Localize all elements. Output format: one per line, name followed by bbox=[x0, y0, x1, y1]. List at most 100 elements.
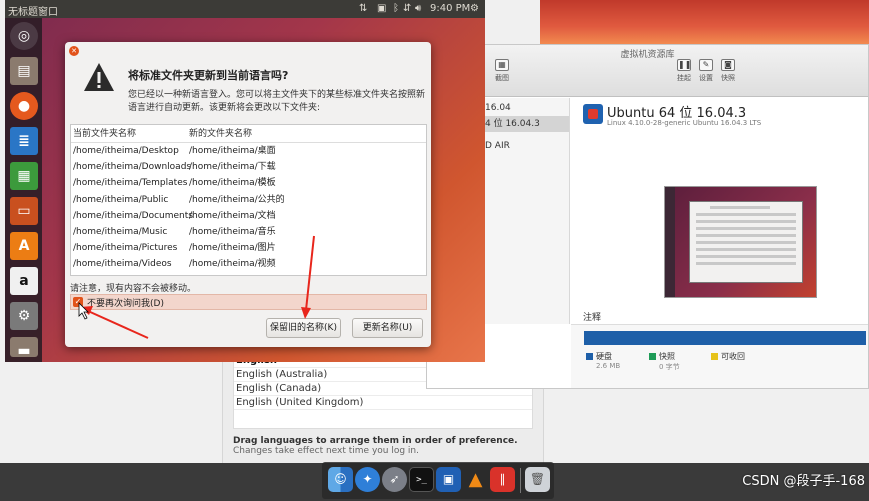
current-folder: /home/itheima/Downloads bbox=[73, 162, 192, 173]
drawer-icon[interactable]: ▬ bbox=[10, 337, 38, 359]
snapshot-value: 0 字节 bbox=[659, 363, 680, 371]
calc-icon[interactable]: ▦ bbox=[10, 162, 38, 190]
vm-description: Linux 4.10.0-28-generic Ubuntu 16.04.3 L… bbox=[607, 119, 762, 127]
dont-ask-again-checkbox[interactable]: ✓ bbox=[73, 297, 83, 307]
new-folder: /home/itheima/视频 bbox=[189, 259, 276, 270]
current-folder: /home/itheima/Templates bbox=[73, 178, 188, 189]
parallels-icon[interactable]: ∥ bbox=[490, 467, 515, 492]
storage-legend-disk: 硬盘 2.6 MB bbox=[586, 351, 620, 370]
language-help-sub: Changes take effect next time you log in… bbox=[233, 446, 419, 456]
screen: English English (Australia) English (Can… bbox=[0, 0, 869, 501]
snapshot-storage-label: 快照 bbox=[659, 352, 675, 361]
vm-details: Ubuntu 64 位 16.04.3 Linux 4.10.0-28-gene… bbox=[571, 98, 868, 366]
pause-icon: ❚❚ bbox=[677, 59, 692, 71]
input-method-icon[interactable]: ▣ bbox=[377, 3, 386, 14]
settings-label: 设置 bbox=[699, 74, 713, 82]
preview-launcher bbox=[665, 187, 675, 297]
column-new-name[interactable]: 新的文件夹名称 bbox=[189, 125, 252, 143]
network-icon[interactable]: ⇵ bbox=[403, 3, 411, 14]
update-folders-dialog: ✕ 将标准文件夹更新到当前语言吗? 您已经以一种新语言登入。您可以将主文件夹下的… bbox=[65, 42, 431, 347]
table-row[interactable]: /home/itheima/Music/home/itheima/音乐 bbox=[71, 224, 426, 240]
vlc-icon[interactable]: ▲ bbox=[463, 467, 488, 492]
table-row[interactable]: /home/itheima/Templates/home/itheima/模板 bbox=[71, 175, 426, 191]
language-item[interactable]: English (United Kingdom) bbox=[234, 396, 532, 410]
new-folder: /home/itheima/音乐 bbox=[189, 226, 276, 237]
table-row[interactable]: /home/itheima/Desktop/home/itheima/桌面 bbox=[71, 143, 426, 159]
current-folder: /home/itheima/Public bbox=[73, 194, 169, 205]
ubuntu-window-title: 无标题窗口 bbox=[8, 7, 58, 18]
screenshot-icon: ▦ bbox=[495, 59, 509, 71]
screenshot-label: 截图 bbox=[495, 74, 509, 82]
table-row[interactable]: /home/itheima/Videos/home/itheima/视频 bbox=[71, 256, 426, 272]
dock: ☺ ✦ ➶ >_ ▣ ▲ ∥ 🗑︎ bbox=[322, 462, 554, 499]
terminal-icon[interactable]: >_ bbox=[409, 467, 434, 492]
new-folder: /home/itheima/模板 bbox=[189, 178, 276, 189]
trash-icon[interactable]: 🗑︎ bbox=[525, 467, 550, 492]
ubuntu-launcher: ◎ ▤ ● ≣ ▦ ▭ A a ⚙ ▬ bbox=[5, 18, 42, 362]
wrench-icon: ✎ bbox=[699, 59, 713, 71]
dont-ask-again-label[interactable]: 不要再次询问我(D) bbox=[87, 296, 164, 309]
language-help-title: Drag languages to arrange them in order … bbox=[233, 436, 518, 446]
dont-ask-again-row[interactable]: ✓ 不要再次询问我(D) bbox=[70, 294, 427, 310]
dialog-close-button[interactable]: ✕ bbox=[69, 46, 79, 56]
vm-os-icon bbox=[583, 104, 603, 124]
amazon-icon[interactable]: a bbox=[10, 267, 38, 295]
table-row[interactable]: /home/itheima/Documents/home/itheima/文档 bbox=[71, 208, 426, 224]
current-folder: /home/itheima/Pictures bbox=[73, 243, 178, 254]
watermark: CSDN @段子手-168 bbox=[742, 474, 865, 489]
snapshot-swatch bbox=[649, 353, 656, 360]
vm-preview-thumbnail[interactable] bbox=[664, 186, 817, 298]
virtualbox-icon[interactable]: ▣ bbox=[436, 467, 461, 492]
volume-icon[interactable]: 🔊︎ bbox=[415, 3, 421, 14]
launchpad-icon[interactable]: ➶ bbox=[382, 467, 407, 492]
language-help: Drag languages to arrange them in order … bbox=[233, 436, 518, 456]
safari-icon[interactable]: ✦ bbox=[355, 467, 380, 492]
finder-icon[interactable]: ☺ bbox=[328, 467, 353, 492]
screenshot-button[interactable]: ▦ 截图 bbox=[489, 59, 515, 83]
table-row[interactable]: /home/itheima/Public/home/itheima/公共的 bbox=[71, 192, 426, 208]
snapshot-button[interactable]: ◙ 快照 bbox=[715, 59, 741, 83]
current-folder: /home/itheima/Videos bbox=[73, 259, 172, 270]
table-row[interactable]: /home/itheima/Pictures/home/itheima/图片 bbox=[71, 240, 426, 256]
dock-separator bbox=[520, 468, 521, 493]
keep-old-names-button[interactable]: 保留旧的名称(K) bbox=[266, 318, 341, 338]
virtualbox-manager-window: 虚拟机资源库 ▦ 截图 ❚❚ 挂起 ✎ 设置 ◙ 快照 16.04 4 位 16… bbox=[426, 44, 869, 389]
ubuntu-dash-icon[interactable]: ◎ bbox=[10, 22, 38, 50]
snapshot-label: 快照 bbox=[721, 74, 735, 82]
storage-bar bbox=[584, 331, 866, 345]
column-current-name[interactable]: 当前文件夹名称 bbox=[73, 125, 136, 143]
update-names-button[interactable]: 更新名称(U) bbox=[352, 318, 423, 338]
notes-label: 注释 bbox=[583, 313, 602, 323]
files-icon[interactable]: ▤ bbox=[10, 57, 38, 85]
dialog-note: 请注意，现有内容不会被移动。 bbox=[70, 284, 197, 294]
dialog-message: 您已经以一种新语言登入。您可以将主文件夹下的某些标准文件夹名按照新语言进行自动更… bbox=[128, 90, 426, 113]
ubuntu-top-panel: 无标题窗口 ⇅ ▣ ᛒ ⇵ 🔊︎ 9:40 PM ⚙ bbox=[5, 0, 485, 18]
table-row[interactable]: /home/itheima/Downloads/home/itheima/下载 bbox=[71, 159, 426, 175]
current-folder: /home/itheima/Desktop bbox=[73, 146, 179, 156]
firefox-icon[interactable]: ● bbox=[10, 92, 38, 120]
new-folder: /home/itheima/公共的 bbox=[189, 194, 285, 205]
reclaimable-label: 可收回 bbox=[721, 352, 745, 361]
desktop-wallpaper-strip bbox=[540, 0, 869, 44]
preview-dialog bbox=[689, 201, 803, 283]
disk-value: 2.6 MB bbox=[596, 362, 621, 370]
bluetooth-icon[interactable]: ᛒ bbox=[393, 3, 399, 14]
storage-panel: 硬盘 2.6 MB 快照 0 字节 可收回 bbox=[571, 324, 868, 388]
gear-icon[interactable]: ⚙ bbox=[470, 3, 479, 14]
current-folder: /home/itheima/Documents bbox=[73, 210, 193, 221]
storage-legend-reclaimable: 可收回 bbox=[711, 351, 745, 362]
disk-label: 硬盘 bbox=[596, 352, 612, 361]
folder-table: 当前文件夹名称 新的文件夹名称 /home/itheima/Desktop/ho… bbox=[70, 124, 427, 276]
impress-icon[interactable]: ▭ bbox=[10, 197, 38, 225]
dialog-title: 将标准文件夹更新到当前语言吗? bbox=[128, 69, 289, 82]
storage-legend-snapshot: 快照 0 字节 bbox=[649, 351, 680, 372]
software-center-icon[interactable]: A bbox=[10, 232, 38, 260]
settings-icon[interactable]: ⚙ bbox=[10, 302, 38, 330]
folder-table-header: 当前文件夹名称 新的文件夹名称 bbox=[71, 125, 426, 143]
clock[interactable]: 9:40 PM bbox=[430, 3, 470, 14]
current-folder: /home/itheima/Music bbox=[73, 226, 168, 237]
camera-icon: ◙ bbox=[721, 59, 735, 71]
sort-icon[interactable]: ⇅ bbox=[359, 3, 367, 14]
writer-icon[interactable]: ≣ bbox=[10, 127, 38, 155]
vbox-titlebar: 虚拟机资源库 ▦ 截图 ❚❚ 挂起 ✎ 设置 ◙ 快照 bbox=[427, 45, 868, 97]
